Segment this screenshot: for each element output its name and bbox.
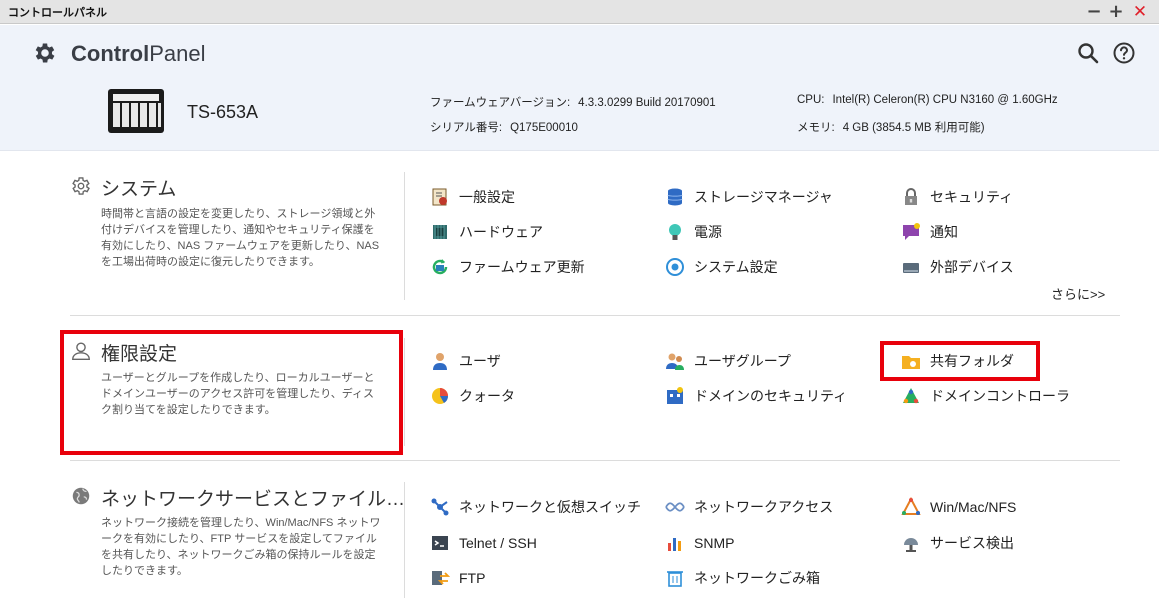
more-link[interactable]: さらに>> (1051, 284, 1105, 303)
pie-chart-icon (432, 388, 449, 404)
search-icon[interactable] (1076, 41, 1100, 65)
network-triangle-icon (903, 388, 919, 404)
network-switch-icon (431, 498, 449, 516)
section-title-system[interactable]: システム (101, 174, 176, 201)
close-button[interactable]: ✕ (1129, 1, 1151, 23)
section-desc-system: 時間帯と言語の設定を変更したり、ストレージ領域と外付けデバイスを管理したり、通知… (101, 208, 380, 268)
item-ftp[interactable]: FTP (430, 567, 485, 589)
divider (404, 172, 405, 300)
cpu-info: CPU: Intel(R) Celeron(R) CPU N3160 @ 1.60… (797, 94, 1058, 106)
device-model: TS-653A (187, 102, 259, 122)
minimize-button[interactable]: − (1083, 1, 1105, 23)
item-notification[interactable]: 通知 (901, 221, 958, 243)
lightbulb-icon (669, 224, 681, 240)
item-telnet-ssh[interactable]: Telnet / SSH (430, 532, 537, 554)
item-domain-controller[interactable]: ドメインコントローラ (901, 385, 1070, 407)
item-snmp[interactable]: SNMP (665, 532, 734, 554)
item-user-group[interactable]: ユーザグループ (665, 350, 791, 372)
refresh-icon (432, 259, 448, 275)
window-titlebar: コントロールパネル − + ✕ (0, 0, 1159, 24)
win-mac-nfs-icon (901, 497, 921, 515)
item-network-access[interactable]: ネットワークアクセス (665, 496, 833, 518)
domain-building-icon (667, 387, 683, 404)
gear-icon (35, 43, 55, 63)
globe-icon (72, 487, 90, 505)
user-group-icon (666, 353, 684, 370)
item-hardware[interactable]: ハードウェア (430, 221, 543, 243)
divider (404, 338, 405, 446)
app-title: ControlPanel (71, 41, 206, 66)
circle-gear-icon (666, 258, 684, 276)
item-external-device[interactable]: 外部デバイス (901, 256, 1014, 278)
highlight-privilege-section (60, 330, 403, 455)
nas-device-icon (108, 89, 164, 133)
satellite-dish-icon (904, 538, 918, 552)
section-desc-network: ネットワーク接続を管理したり、Win/Mac/NFS ネットワークを有効にしたり… (101, 517, 381, 577)
drive-icon (903, 263, 919, 273)
serial-info: シリアル番号: Q175E00010 (430, 122, 578, 134)
terminal-icon (432, 536, 448, 550)
trash-icon (667, 571, 683, 587)
item-domain-security[interactable]: ドメインのセキュリティ (665, 385, 847, 407)
highlight-shared-folder (880, 341, 1040, 381)
item-storage-manager[interactable]: ストレージマネージャ (665, 186, 833, 208)
chat-bubble-icon (903, 223, 920, 240)
user-icon (433, 353, 447, 370)
help-icon[interactable] (1112, 41, 1136, 65)
bar-chart-icon (668, 538, 681, 551)
divider (404, 482, 405, 598)
item-user[interactable]: ユーザ (430, 350, 501, 372)
item-firmware-update[interactable]: ファームウェア更新 (430, 256, 585, 278)
section-separator (70, 315, 1120, 316)
section-title-network[interactable]: ネットワークサービスとファイル… (101, 484, 405, 511)
item-power[interactable]: 電源 (665, 221, 722, 243)
item-security[interactable]: セキュリティ (901, 186, 1013, 208)
header: ControlPanel TS-653A ファームウェアバージョン: 4.3.3.… (0, 25, 1159, 151)
gear-outline-icon (72, 177, 90, 195)
item-service-discovery[interactable]: サービス検出 (901, 532, 1014, 554)
item-win-mac-nfs[interactable]: Win/Mac/NFS (901, 496, 1016, 518)
chip-icon (433, 225, 447, 239)
network-links-icon (665, 502, 685, 512)
ftp-icon (432, 571, 450, 585)
general-settings-icon (432, 188, 447, 206)
item-system-settings[interactable]: システム設定 (665, 256, 778, 278)
memory-info: メモリ: 4 GB (3854.5 MB 利用可能) (797, 122, 985, 134)
firmware-info: ファームウェアバージョン: 4.3.3.0299 Build 20170901 (430, 97, 716, 109)
item-network-virtual-switch[interactable]: ネットワークと仮想スイッチ (430, 496, 641, 518)
item-quota[interactable]: クォータ (430, 385, 515, 407)
maximize-button[interactable]: + (1105, 1, 1127, 23)
section-separator (70, 460, 1120, 461)
database-icon (667, 188, 683, 206)
lock-icon (905, 188, 917, 205)
item-network-recycle-bin[interactable]: ネットワークごみ箱 (665, 567, 820, 589)
item-general-settings[interactable]: 一般設定 (430, 186, 515, 208)
window-title: コントロールパネル (8, 6, 107, 19)
